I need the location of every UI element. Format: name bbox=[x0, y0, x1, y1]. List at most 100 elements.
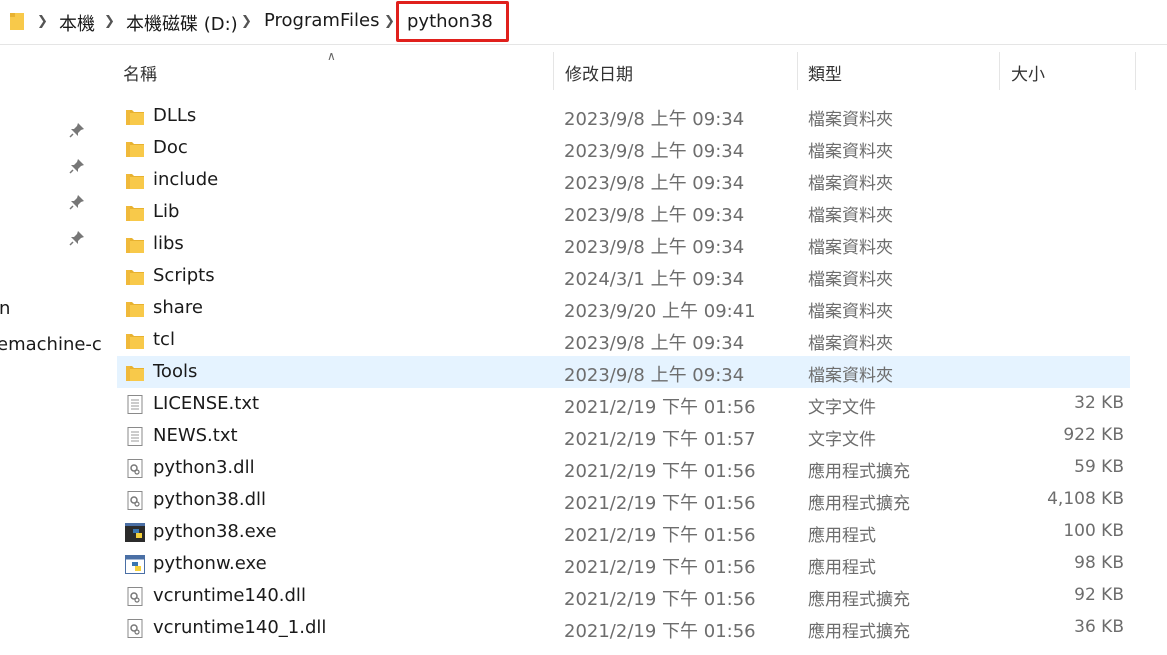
dll-file-icon bbox=[125, 459, 145, 478]
column-divider[interactable] bbox=[999, 52, 1000, 90]
file-name: Lib bbox=[153, 201, 180, 222]
file-name: vcruntime140.dll bbox=[153, 585, 306, 606]
dll-file-icon bbox=[125, 619, 145, 638]
pin-icon[interactable] bbox=[69, 158, 85, 174]
file-row[interactable]: Doc 2023/9/8 上午 09:34 檔案資料夾 bbox=[117, 132, 1130, 164]
file-name: python3.dll bbox=[153, 457, 255, 478]
file-size: 36 KB bbox=[1074, 617, 1124, 637]
file-date-modified: 2023/9/8 上午 09:34 bbox=[564, 173, 745, 194]
file-row[interactable]: python38.dll 2021/2/19 下午 01:56 應用程式擴充 4,10… bbox=[117, 484, 1130, 516]
file-type: 應用程式 bbox=[808, 558, 876, 578]
folder-icon bbox=[125, 235, 145, 254]
file-size: 100 KB bbox=[1063, 521, 1124, 541]
breadcrumb-drive-d[interactable]: 本機磁碟 (D:) bbox=[126, 10, 238, 36]
file-type: 應用程式擴充 bbox=[808, 590, 910, 610]
column-header-size[interactable]: 大小 bbox=[1003, 52, 1135, 90]
file-row[interactable]: tcl 2023/9/8 上午 09:34 檔案資料夾 bbox=[117, 324, 1130, 356]
file-type: 檔案資料夾 bbox=[808, 334, 893, 354]
file-date-modified: 2023/9/8 上午 09:34 bbox=[564, 365, 745, 386]
file-name: share bbox=[153, 297, 203, 318]
python-console-icon bbox=[125, 523, 145, 542]
folder-icon bbox=[125, 363, 145, 382]
file-row[interactable]: vcruntime140.dll 2021/2/19 下午 01:56 應用程式擴充… bbox=[117, 580, 1130, 612]
file-type: 檔案資料夾 bbox=[808, 366, 893, 386]
file-name: Doc bbox=[153, 137, 188, 158]
file-row[interactable]: DLLs 2023/9/8 上午 09:34 檔案資料夾 bbox=[117, 100, 1130, 132]
dll-file-icon bbox=[125, 587, 145, 606]
nav-item-fragment[interactable]: emachine-c bbox=[0, 334, 102, 355]
column-divider[interactable] bbox=[1135, 52, 1136, 90]
file-name: Tools bbox=[153, 361, 198, 382]
pin-icon[interactable] bbox=[69, 230, 85, 246]
file-row[interactable]: Scripts 2024/3/1 上午 09:34 檔案資料夾 bbox=[117, 260, 1130, 292]
file-row[interactable]: NEWS.txt 2021/2/19 下午 01:57 文字文件 922 KB bbox=[117, 420, 1130, 452]
chevron-right-icon[interactable]: ❯ bbox=[104, 14, 115, 29]
file-row[interactable]: include 2023/9/8 上午 09:34 檔案資料夾 bbox=[117, 164, 1130, 196]
file-type: 文字文件 bbox=[808, 398, 876, 418]
file-type: 應用程式擴充 bbox=[808, 462, 910, 482]
file-date-modified: 2021/2/19 下午 01:57 bbox=[564, 429, 756, 450]
file-type: 檔案資料夾 bbox=[808, 302, 893, 322]
file-type: 檔案資料夾 bbox=[808, 206, 893, 226]
folder-icon bbox=[125, 331, 145, 350]
file-type: 應用程式 bbox=[808, 526, 876, 546]
file-row[interactable]: LICENSE.txt 2021/2/19 下午 01:56 文字文件 32 KB bbox=[117, 388, 1130, 420]
file-date-modified: 2021/2/19 下午 01:56 bbox=[564, 557, 756, 578]
file-date-modified: 2021/2/19 下午 01:56 bbox=[564, 461, 756, 482]
file-row[interactable]: vcruntime140_1.dll 2021/2/19 下午 01:56 應用程式… bbox=[117, 612, 1130, 644]
column-divider[interactable] bbox=[553, 52, 554, 90]
folder-icon bbox=[10, 13, 24, 30]
file-row[interactable]: python38.exe 2021/2/19 下午 01:56 應用程式 100 KB bbox=[117, 516, 1130, 548]
breadcrumb-python38[interactable]: python38 bbox=[407, 11, 493, 32]
python-window-icon bbox=[125, 555, 145, 574]
file-type: 應用程式擴充 bbox=[808, 494, 910, 514]
file-row[interactable]: libs 2023/9/8 上午 09:34 檔案資料夾 bbox=[117, 228, 1130, 260]
file-type: 文字文件 bbox=[808, 430, 876, 450]
column-header-date[interactable]: 修改日期 bbox=[557, 52, 797, 90]
column-divider[interactable] bbox=[797, 52, 798, 90]
text-file-icon bbox=[125, 427, 145, 446]
file-type: 檔案資料夾 bbox=[808, 142, 893, 162]
file-name: pythonw.exe bbox=[153, 553, 267, 574]
folder-icon bbox=[125, 139, 145, 158]
pin-icon[interactable] bbox=[69, 122, 85, 138]
file-type: 檔案資料夾 bbox=[808, 110, 893, 130]
file-date-modified: 2024/3/1 上午 09:34 bbox=[564, 269, 745, 290]
column-header-type[interactable]: 類型 bbox=[800, 52, 998, 90]
file-date-modified: 2023/9/8 上午 09:34 bbox=[564, 109, 745, 130]
file-row[interactable]: Tools 2023/9/8 上午 09:34 檔案資料夾 bbox=[117, 356, 1130, 388]
file-name: tcl bbox=[153, 329, 175, 350]
file-name: include bbox=[153, 169, 219, 190]
file-type: 檔案資料夾 bbox=[808, 270, 893, 290]
file-name: NEWS.txt bbox=[153, 425, 238, 446]
file-name: vcruntime140_1.dll bbox=[153, 617, 327, 638]
file-name: Scripts bbox=[153, 265, 215, 286]
column-header-name[interactable]: 名稱 bbox=[115, 52, 553, 90]
file-date-modified: 2023/9/8 上午 09:34 bbox=[564, 205, 745, 226]
file-size: 922 KB bbox=[1063, 425, 1124, 445]
file-row[interactable]: python3.dll 2021/2/19 下午 01:56 應用程式擴充 59 KB bbox=[117, 452, 1130, 484]
file-row[interactable]: Lib 2023/9/8 上午 09:34 檔案資料夾 bbox=[117, 196, 1130, 228]
folder-icon bbox=[125, 107, 145, 126]
file-date-modified: 2023/9/8 上午 09:34 bbox=[564, 333, 745, 354]
file-date-modified: 2021/2/19 下午 01:56 bbox=[564, 589, 756, 610]
address-bar[interactable]: ❯ 本機 ❯ 本機磁碟 (D:) ❯ ProgramFiles ❯ python… bbox=[0, 0, 1167, 45]
file-type: 檔案資料夾 bbox=[808, 238, 893, 258]
file-size: 92 KB bbox=[1074, 585, 1124, 605]
text-file-icon bbox=[125, 395, 145, 414]
chevron-right-icon[interactable]: ❯ bbox=[384, 14, 395, 29]
file-date-modified: 2021/2/19 下午 01:56 bbox=[564, 493, 756, 514]
file-row[interactable]: pythonw.exe 2021/2/19 下午 01:56 應用程式 98 KB bbox=[117, 548, 1130, 580]
folder-icon bbox=[125, 267, 145, 286]
file-row[interactable]: share 2023/9/20 上午 09:41 檔案資料夾 bbox=[117, 292, 1130, 324]
breadcrumb-current-highlight[interactable]: python38 bbox=[396, 1, 509, 42]
chevron-right-icon[interactable]: ❯ bbox=[241, 14, 252, 29]
chevron-right-icon[interactable]: ❯ bbox=[37, 14, 48, 29]
file-date-modified: 2021/2/19 下午 01:56 bbox=[564, 525, 756, 546]
nav-item-fragment[interactable]: n bbox=[0, 298, 10, 319]
file-name: python38.exe bbox=[153, 521, 277, 542]
breadcrumb-this-pc[interactable]: 本機 bbox=[59, 10, 95, 36]
breadcrumb-programfiles[interactable]: ProgramFiles bbox=[264, 10, 379, 31]
pin-icon[interactable] bbox=[69, 194, 85, 210]
folder-icon bbox=[125, 299, 145, 318]
